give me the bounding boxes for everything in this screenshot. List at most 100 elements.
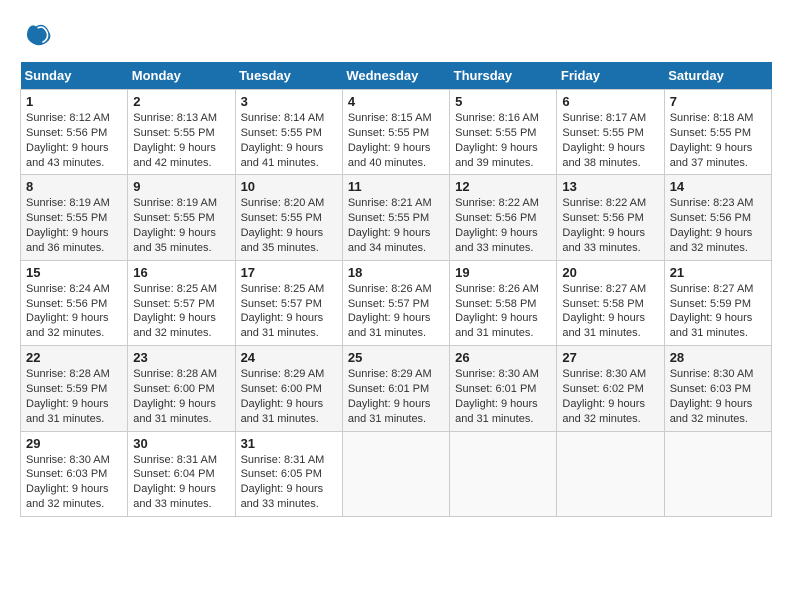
header-row: SundayMondayTuesdayWednesdayThursdayFrid…: [21, 62, 772, 90]
day-number: 1: [26, 94, 122, 109]
day-info: Sunrise: 8:20 AM Sunset: 5:55 PM Dayligh…: [241, 196, 337, 255]
calendar-cell: 10 Sunrise: 8:20 AM Sunset: 5:55 PM Dayli…: [235, 175, 342, 260]
day-info: Sunrise: 8:31 AM Sunset: 6:05 PM Dayligh…: [241, 453, 337, 512]
calendar-cell: 5Sunrise: 8:16 AM Sunset: 5:55 PM Daylig…: [450, 90, 557, 175]
day-number: 20: [562, 265, 658, 280]
calendar-cell: 19 Sunrise: 8:26 AM Sunset: 5:58 PM Dayli…: [450, 260, 557, 345]
day-number: 22: [26, 350, 122, 365]
day-info: Sunrise: 8:29 AM Sunset: 6:01 PM Dayligh…: [348, 367, 444, 426]
day-number: 28: [670, 350, 766, 365]
calendar-cell: 1 Sunrise: 8:12 AM Sunset: 5:56 PM Daylig…: [21, 90, 128, 175]
day-info: Sunrise: 8:22 AM Sunset: 5:56 PM Dayligh…: [562, 196, 658, 255]
day-number: 11: [348, 179, 444, 194]
day-info: Sunrise: 8:19 AM Sunset: 5:55 PM Dayligh…: [26, 196, 122, 255]
day-info: Sunrise: 8:30 AM Sunset: 6:01 PM Dayligh…: [455, 367, 551, 426]
calendar-cell: 17 Sunrise: 8:25 AM Sunset: 5:57 PM Dayli…: [235, 260, 342, 345]
calendar-cell: 7Sunrise: 8:18 AM Sunset: 5:55 PM Daylig…: [664, 90, 771, 175]
calendar-week-5: 29 Sunrise: 8:30 AM Sunset: 6:03 PM Dayli…: [21, 431, 772, 516]
calendar-cell: 30Sunrise: 8:31 AM Sunset: 6:04 PM Dayli…: [128, 431, 235, 516]
day-number: 26: [455, 350, 551, 365]
day-info: Sunrise: 8:27 AM Sunset: 5:58 PM Dayligh…: [562, 282, 658, 341]
day-info: Sunrise: 8:19 AM Sunset: 5:55 PM Dayligh…: [133, 196, 229, 255]
day-number: 2: [133, 94, 229, 109]
calendar-cell: 12 Sunrise: 8:22 AM Sunset: 5:56 PM Dayli…: [450, 175, 557, 260]
day-number: 14: [670, 179, 766, 194]
logo-icon: [20, 20, 52, 52]
header-cell-monday: Monday: [128, 62, 235, 90]
day-info: Sunrise: 8:26 AM Sunset: 5:58 PM Dayligh…: [455, 282, 551, 341]
day-number: 18: [348, 265, 444, 280]
calendar-cell: 8 Sunrise: 8:19 AM Sunset: 5:55 PM Daylig…: [21, 175, 128, 260]
calendar-cell: 16Sunrise: 8:25 AM Sunset: 5:57 PM Dayli…: [128, 260, 235, 345]
day-number: 27: [562, 350, 658, 365]
calendar-cell: [342, 431, 449, 516]
calendar-cell: 27 Sunrise: 8:30 AM Sunset: 6:02 PM Dayli…: [557, 346, 664, 431]
calendar-cell: 29 Sunrise: 8:30 AM Sunset: 6:03 PM Dayli…: [21, 431, 128, 516]
day-info: Sunrise: 8:25 AM Sunset: 5:57 PM Dayligh…: [133, 282, 229, 341]
calendar-cell: 23 Sunrise: 8:28 AM Sunset: 6:00 PM Dayli…: [128, 346, 235, 431]
calendar-cell: 11 Sunrise: 8:21 AM Sunset: 5:55 PM Dayli…: [342, 175, 449, 260]
day-info: Sunrise: 8:26 AM Sunset: 5:57 PM Dayligh…: [348, 282, 444, 341]
day-info: Sunrise: 8:14 AM Sunset: 5:55 PM Dayligh…: [241, 111, 337, 170]
day-info: Sunrise: 8:21 AM Sunset: 5:55 PM Dayligh…: [348, 196, 444, 255]
day-number: 12: [455, 179, 551, 194]
calendar-cell: [664, 431, 771, 516]
calendar-cell: 25 Sunrise: 8:29 AM Sunset: 6:01 PM Dayli…: [342, 346, 449, 431]
calendar-cell: [557, 431, 664, 516]
header-cell-saturday: Saturday: [664, 62, 771, 90]
day-info: Sunrise: 8:27 AM Sunset: 5:59 PM Dayligh…: [670, 282, 766, 341]
calendar-cell: 28 Sunrise: 8:30 AM Sunset: 6:03 PM Dayli…: [664, 346, 771, 431]
header-cell-thursday: Thursday: [450, 62, 557, 90]
header-cell-friday: Friday: [557, 62, 664, 90]
day-number: 9: [133, 179, 229, 194]
calendar-cell: [450, 431, 557, 516]
calendar-cell: 22 Sunrise: 8:28 AM Sunset: 5:59 PM Dayli…: [21, 346, 128, 431]
calendar-cell: 24Sunrise: 8:29 AM Sunset: 6:00 PM Dayli…: [235, 346, 342, 431]
day-number: 19: [455, 265, 551, 280]
day-info: Sunrise: 8:22 AM Sunset: 5:56 PM Dayligh…: [455, 196, 551, 255]
header-cell-tuesday: Tuesday: [235, 62, 342, 90]
day-info: Sunrise: 8:30 AM Sunset: 6:03 PM Dayligh…: [26, 453, 122, 512]
page-header: [20, 20, 772, 52]
calendar-week-2: 8 Sunrise: 8:19 AM Sunset: 5:55 PM Daylig…: [21, 175, 772, 260]
calendar-week-3: 15Sunrise: 8:24 AM Sunset: 5:56 PM Dayli…: [21, 260, 772, 345]
calendar-cell: 3 Sunrise: 8:14 AM Sunset: 5:55 PM Daylig…: [235, 90, 342, 175]
day-number: 5: [455, 94, 551, 109]
day-info: Sunrise: 8:17 AM Sunset: 5:55 PM Dayligh…: [562, 111, 658, 170]
calendar-cell: 4Sunrise: 8:15 AM Sunset: 5:55 PM Daylig…: [342, 90, 449, 175]
day-number: 8: [26, 179, 122, 194]
calendar-cell: 18 Sunrise: 8:26 AM Sunset: 5:57 PM Dayli…: [342, 260, 449, 345]
header-cell-sunday: Sunday: [21, 62, 128, 90]
day-number: 10: [241, 179, 337, 194]
day-number: 13: [562, 179, 658, 194]
calendar-body: 1 Sunrise: 8:12 AM Sunset: 5:56 PM Daylig…: [21, 90, 772, 517]
day-info: Sunrise: 8:18 AM Sunset: 5:55 PM Dayligh…: [670, 111, 766, 170]
day-number: 4: [348, 94, 444, 109]
day-number: 23: [133, 350, 229, 365]
day-number: 3: [241, 94, 337, 109]
day-number: 17: [241, 265, 337, 280]
calendar-week-4: 22 Sunrise: 8:28 AM Sunset: 5:59 PM Dayli…: [21, 346, 772, 431]
day-number: 21: [670, 265, 766, 280]
day-info: Sunrise: 8:25 AM Sunset: 5:57 PM Dayligh…: [241, 282, 337, 341]
day-number: 31: [241, 436, 337, 451]
day-number: 24: [241, 350, 337, 365]
calendar-cell: 14 Sunrise: 8:23 AM Sunset: 5:56 PM Dayli…: [664, 175, 771, 260]
logo: [20, 20, 56, 52]
day-number: 6: [562, 94, 658, 109]
day-info: Sunrise: 8:30 AM Sunset: 6:02 PM Dayligh…: [562, 367, 658, 426]
day-info: Sunrise: 8:13 AM Sunset: 5:55 PM Dayligh…: [133, 111, 229, 170]
day-number: 29: [26, 436, 122, 451]
day-number: 25: [348, 350, 444, 365]
calendar-cell: 21 Sunrise: 8:27 AM Sunset: 5:59 PM Dayli…: [664, 260, 771, 345]
day-info: Sunrise: 8:12 AM Sunset: 5:56 PM Dayligh…: [26, 111, 122, 170]
day-info: Sunrise: 8:28 AM Sunset: 6:00 PM Dayligh…: [133, 367, 229, 426]
calendar-header: SundayMondayTuesdayWednesdayThursdayFrid…: [21, 62, 772, 90]
day-info: Sunrise: 8:24 AM Sunset: 5:56 PM Dayligh…: [26, 282, 122, 341]
day-number: 30: [133, 436, 229, 451]
calendar-cell: 6 Sunrise: 8:17 AM Sunset: 5:55 PM Daylig…: [557, 90, 664, 175]
day-info: Sunrise: 8:28 AM Sunset: 5:59 PM Dayligh…: [26, 367, 122, 426]
day-info: Sunrise: 8:30 AM Sunset: 6:03 PM Dayligh…: [670, 367, 766, 426]
calendar-cell: 26 Sunrise: 8:30 AM Sunset: 6:01 PM Dayli…: [450, 346, 557, 431]
day-info: Sunrise: 8:23 AM Sunset: 5:56 PM Dayligh…: [670, 196, 766, 255]
